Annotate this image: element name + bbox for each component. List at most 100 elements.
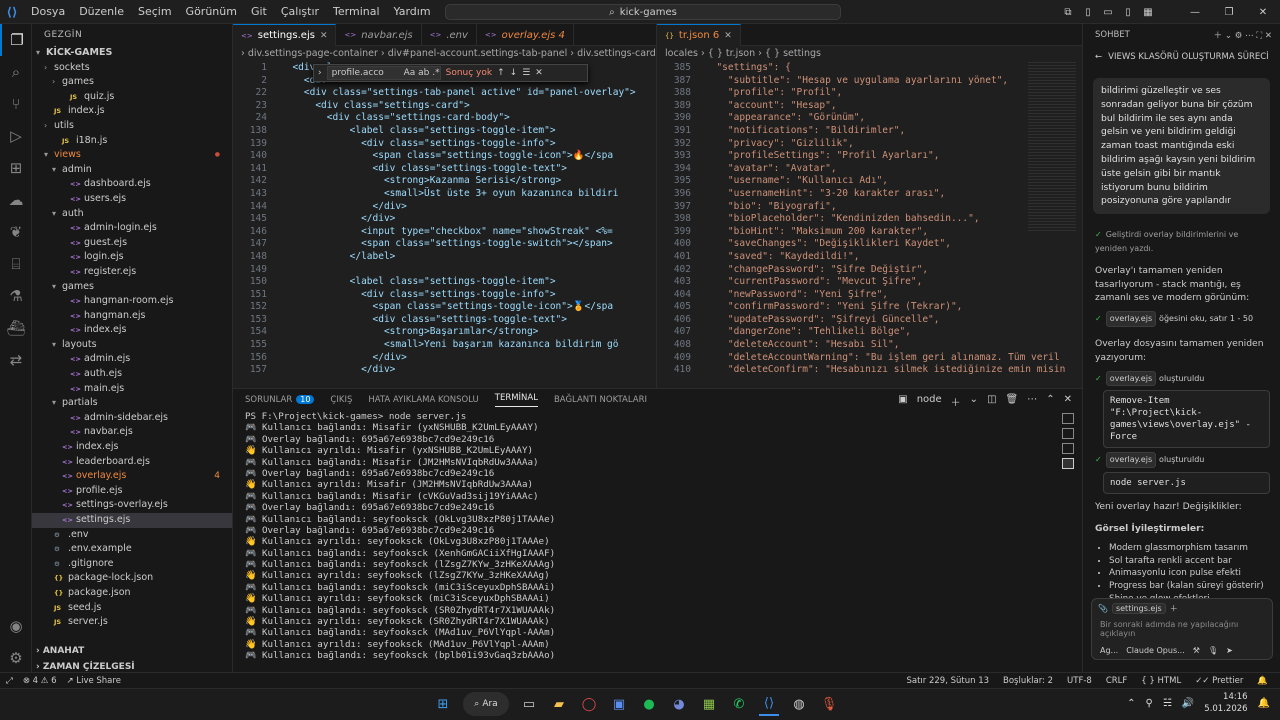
breadcrumb[interactable]: locales › { } tr.json › { } settings (657, 46, 1082, 62)
agent-picker[interactable]: Ag... (1100, 646, 1118, 655)
tree-file[interactable]: <> admin.ejs (32, 352, 232, 367)
tree-folder[interactable]: ▾ layouts (32, 338, 232, 353)
tools-icon[interactable]: ⚒ (1193, 646, 1200, 655)
tree-file[interactable]: {} package.json (32, 586, 232, 601)
tree-file[interactable]: ⚙ .env.example (32, 542, 232, 557)
volume-icon[interactable]: 🔊 (1182, 698, 1194, 709)
vscode-taskbar-icon[interactable]: ⟨⟩ (759, 692, 779, 716)
steam-icon[interactable]: ◍ (789, 692, 809, 716)
maximize-icon[interactable]: ❐ (1212, 7, 1246, 18)
tree-file[interactable]: <> admin-login.ejs (32, 221, 232, 236)
tree-folder[interactable]: ▾ partials (32, 396, 232, 411)
command-center-search[interactable]: ⌕ kick-games (445, 4, 841, 20)
toggle-secondary-sidebar-icon[interactable]: ▯ (1118, 7, 1138, 18)
tree-file[interactable]: <> index.ejs (32, 440, 232, 455)
tree-file[interactable]: <> leaderboard.ejs (32, 455, 232, 470)
menu-item[interactable]: Terminal (326, 5, 387, 18)
panel-tab[interactable]: ÇIKIŞ (330, 395, 352, 405)
editor-tab[interactable]: {} tr.json 6 ✕ (657, 24, 741, 46)
chat-input[interactable]: Bir sonraki adımda ne yapılacağını açıkl… (1092, 618, 1272, 640)
terminal-instance-icon[interactable] (1062, 443, 1074, 454)
terminal-instance-icon[interactable] (1062, 428, 1074, 439)
terminal-instance-icon[interactable] (1062, 458, 1074, 469)
next-match-icon[interactable]: ↓ (510, 68, 518, 78)
attach-icon[interactable]: 📎 (1098, 604, 1108, 613)
search-icon[interactable]: ⌕ (0, 56, 32, 88)
chat-input-box[interactable]: 📎 settings.ejs ＋ Bir sonraki adımda ne y… (1091, 598, 1273, 660)
toggle-panel-icon[interactable]: ▭ (1098, 7, 1118, 18)
menu-item[interactable]: Dosya (24, 5, 72, 18)
cursor-position[interactable]: Satır 229, Sütun 13 (906, 676, 989, 686)
file-chip[interactable]: overlay.ejs (1105, 452, 1157, 469)
encoding[interactable]: UTF-8 (1067, 676, 1092, 686)
tree-file[interactable]: <> hangman-room.ejs (32, 294, 232, 309)
run-debug-icon[interactable]: ▷ (0, 120, 32, 152)
tree-folder[interactable]: ▾ auth (32, 207, 232, 222)
panel-tab[interactable]: SORUNLAR 10 (245, 395, 315, 405)
account-icon[interactable]: ◉ (0, 610, 32, 642)
line-ending[interactable]: CRLF (1106, 676, 1127, 686)
menu-item[interactable]: Git (244, 5, 274, 18)
wifi-icon[interactable]: ☵ (1163, 698, 1172, 709)
tree-file[interactable]: <> dashboard.ejs (32, 177, 232, 192)
settings-gear-icon[interactable]: ⚙ (0, 642, 32, 674)
remote-indicator-icon[interactable]: ⤢ (6, 676, 13, 686)
tree-file[interactable]: <> guest.ejs (32, 236, 232, 251)
menu-item[interactable]: Seçim (131, 5, 179, 18)
menu-item[interactable]: Düzenle (72, 5, 131, 18)
terminal-command-block[interactable]: Remove-Item "F:\Project\kick-games\views… (1103, 390, 1270, 449)
tree-file[interactable]: JS index.js (32, 104, 232, 119)
podcast-icon[interactable]: 🎙 (819, 692, 839, 716)
close-panel-icon[interactable]: ✕ (1064, 394, 1072, 409)
tree-folder[interactable]: › sockets (32, 61, 232, 76)
model-picker[interactable]: Claude Opus... (1126, 646, 1185, 655)
file-explorer-icon[interactable]: ▰ (549, 692, 569, 716)
breadcrumb[interactable]: › div.settings-page-container › div#pane… (233, 46, 656, 62)
windows-start-icon[interactable]: ⊞ (433, 692, 453, 716)
chevron-down-icon[interactable]: ⌄ (970, 394, 978, 409)
panel-tab[interactable]: HATA AYIKLAMA KONSOLU (368, 395, 478, 405)
tree-file[interactable]: JS server.js (32, 615, 232, 630)
minimize-icon[interactable]: — (1178, 7, 1212, 18)
tree-file[interactable]: ⚙ .env (32, 528, 232, 543)
tree-file[interactable]: <> login.ejs (32, 250, 232, 265)
context-chip[interactable]: settings.ejs (1111, 603, 1166, 614)
tree-folder[interactable]: ▾ games (32, 280, 232, 295)
taskbar-search[interactable]: ⌕ Ara (463, 692, 509, 716)
tree-file[interactable]: <> hangman.ejs (32, 309, 232, 324)
tree-file[interactable]: JS seed.js (32, 601, 232, 616)
timeline-section[interactable]: › ZAMAN ÇİZELGESİ (32, 660, 232, 672)
explorer-icon[interactable]: ❐ (0, 24, 32, 56)
clock[interactable]: 14:16 5.01.2026 (1204, 691, 1247, 715)
editor-tab[interactable]: <> navbar.ejs (336, 24, 422, 46)
terminal-shell-icon[interactable]: ▣ (898, 394, 907, 409)
tree-file[interactable]: <> users.ejs (32, 192, 232, 207)
find-options[interactable]: Aa ab .* (404, 68, 440, 78)
source-control-icon[interactable]: ⑂ (0, 88, 32, 120)
tree-folder[interactable]: ▾ admin (32, 163, 232, 178)
menu-item[interactable]: Çalıştır (274, 5, 326, 18)
more-icon[interactable]: ⋯ (1027, 394, 1037, 409)
tree-file[interactable]: ⚙ .gitignore (32, 557, 232, 572)
docker-icon[interactable]: ⛴ (0, 312, 32, 344)
split-terminal-icon[interactable]: ◫ (987, 394, 996, 409)
testing-icon[interactable]: ⚗ (0, 280, 32, 312)
discord-icon[interactable]: ◕ (669, 692, 689, 716)
tree-file[interactable]: JS i18n.js (32, 134, 232, 149)
find-input[interactable]: profile.acco Aa ab .* (326, 66, 441, 80)
problems-indicator[interactable]: ⊗ 4 ⚠ 6 (23, 676, 57, 686)
terminal-output[interactable]: PS F:\Project\kick-games> node server.js… (245, 411, 1045, 662)
outline-section[interactable]: › ANAHAT (32, 644, 232, 658)
tree-file[interactable]: {} package-lock.json (32, 571, 232, 586)
terminal-instance-icon[interactable] (1062, 413, 1074, 424)
tree-file[interactable]: <> index.ejs (32, 323, 232, 338)
tree-file[interactable]: <> admin-sidebar.ejs (32, 411, 232, 426)
tree-file[interactable]: <> settings.ejs (32, 513, 232, 528)
kill-terminal-icon[interactable]: 🗑 (1006, 394, 1019, 409)
tree-file[interactable]: <> overlay.ejs 4 (32, 469, 232, 484)
mic-icon[interactable]: 🎙 (1208, 646, 1218, 655)
location-icon[interactable]: ⚲ (1146, 698, 1153, 709)
remote-icon[interactable]: ☁ (0, 184, 32, 216)
toggle-sidebar-icon[interactable]: ▯ (1078, 7, 1098, 18)
tree-file[interactable]: <> auth.ejs (32, 367, 232, 382)
